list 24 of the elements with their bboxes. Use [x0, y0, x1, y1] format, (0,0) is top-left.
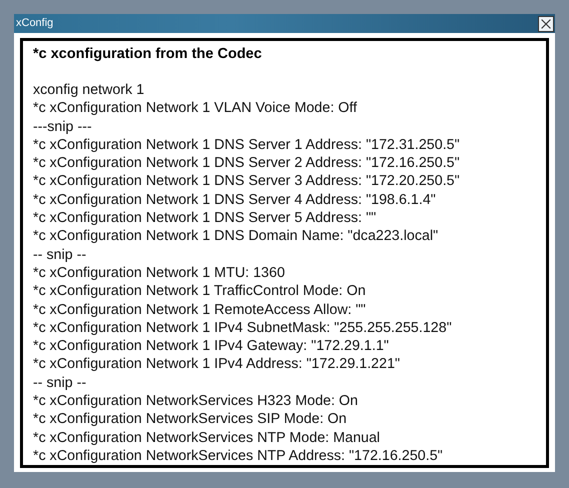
config-line: *c xConfiguration Network 1 DNS Server 3 Address: "172.20.250.5" — [33, 172, 461, 191]
config-line: *c xConfiguration Network 1 IPv4 Address: "172.29.1.221" — [33, 355, 401, 374]
config-line: *c xConfiguration Network 1 IPv4 SubnetMask: "255.255.255.128" — [33, 318, 453, 338]
config-line: *c xConfiguration Network 1 DNS Server 5 Address: "" — [33, 209, 378, 228]
config-line: *c xConfiguration Network 1 IPv4 Gateway: "172.29.1.1" — [33, 337, 390, 356]
config-line: *c xConfiguration NetworkServices H323 Mode: On — [33, 392, 360, 410]
config-line: *c xConfiguration NetworkServices NTP Mode: Manual — [33, 428, 381, 447]
config-line: *c xConfiguration Network 1 DNS Server 1 Address: "172.31.250.5" — [33, 136, 461, 154]
config-line: *c xConfiguration Network 1 RemoteAccess Allow: "" — [33, 300, 367, 319]
config-line: *c xConfiguration NetworkServices NTP Address: "172.16.250.5" — [33, 446, 444, 465]
window-title: xConfig — [16, 16, 54, 32]
close-icon[interactable] — [538, 16, 554, 32]
config-line: *c xConfiguration Network 1 TrafficControl Mode: On — [33, 282, 367, 301]
config-line: ---snip --- — [33, 118, 93, 136]
config-line: *c xConfiguration Network 1 DNS Server 2 Address: "172.16.250.5" — [33, 154, 461, 172]
config-line: *c xConfiguration Network 1 DNS Domain Name: "dca223.local" — [33, 227, 440, 246]
config-line: xconfig network 1 — [33, 81, 146, 100]
config-line: *c xConfiguration NetworkServices SIP Mode: On — [33, 410, 348, 429]
panel-heading: *c xconfiguration from the Codec — [33, 45, 263, 64]
config-line: -- snip -- — [33, 374, 88, 392]
config-line: *c xConfiguration Network 1 DNS Server 4 Address: "198.6.1.4" — [33, 190, 437, 210]
config-line: *c xConfiguration Network 1 VLAN Voice Mode: Off — [33, 99, 358, 118]
config-line: -- snip -- — [33, 246, 88, 264]
config-line: *c xConfiguration Network 1 MTU: 1360 — [33, 264, 286, 282]
